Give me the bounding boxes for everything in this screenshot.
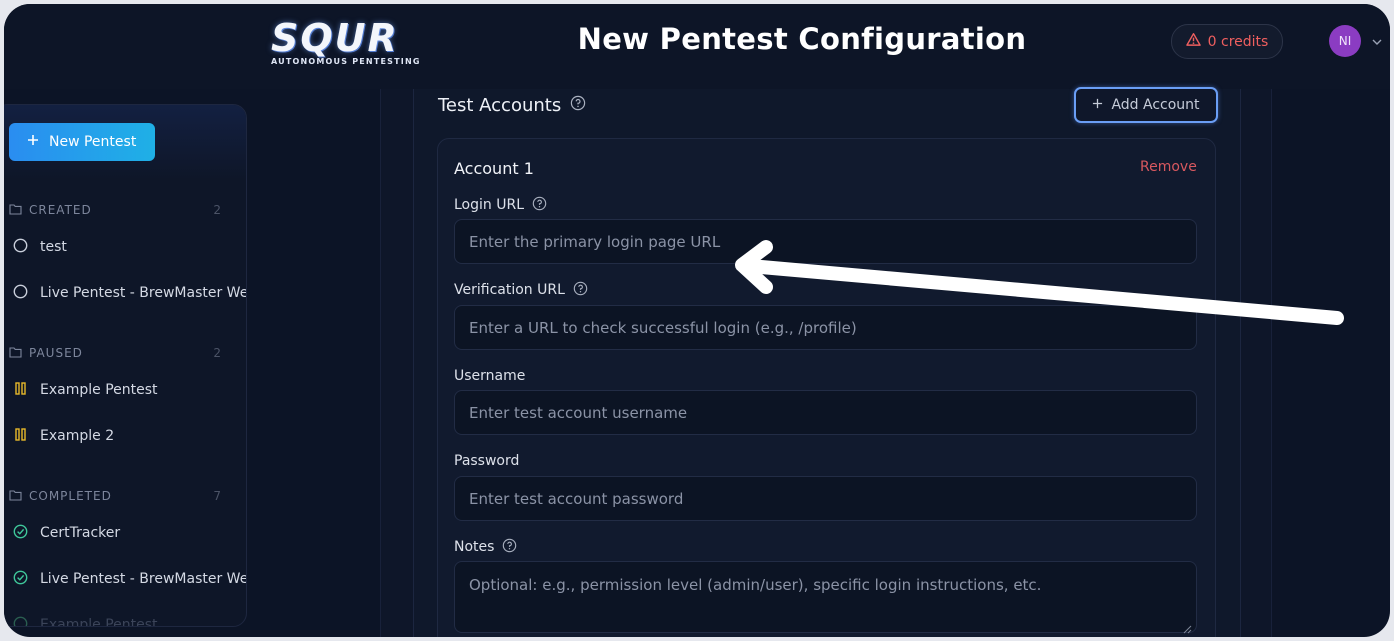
username-field[interactable] — [454, 390, 1197, 435]
sidebar-item-label: Example 2 — [40, 428, 115, 444]
section-completed[interactable]: COMPLETED 7 — [9, 488, 234, 504]
section-created[interactable]: CREATED 2 — [9, 202, 234, 218]
login-url-input[interactable] — [467, 231, 1184, 252]
plus-icon — [27, 134, 39, 150]
password-field[interactable] — [454, 476, 1197, 521]
pause-icon — [13, 427, 28, 446]
section-label: PAUSED — [29, 346, 83, 360]
field-label-text: Password — [454, 453, 520, 469]
notes-label: Notes — [454, 537, 517, 557]
sidebar-item-test[interactable]: test — [13, 236, 246, 258]
notes-textarea[interactable] — [467, 574, 1184, 618]
verification-url-label: Verification URL — [454, 280, 588, 300]
logo[interactable]: SQUR AUTONOMOUS PENTESTING — [271, 18, 425, 66]
sidebar-item-certtracker[interactable]: CertTracker — [13, 522, 246, 544]
top-bar: SQUR AUTONOMOUS PENTESTING New Pentest C… — [4, 4, 1390, 89]
new-pentest-label: New Pentest — [49, 134, 137, 150]
add-account-button[interactable]: Add Account — [1074, 87, 1218, 123]
chevron-down-icon[interactable] — [1370, 34, 1384, 48]
circle-outline-icon — [13, 284, 28, 303]
sidebar-item-example-2[interactable]: Example 2 — [13, 425, 246, 447]
page-title: New Pentest Configuration — [577, 22, 1027, 56]
logo-subtitle: AUTONOMOUS PENTESTING — [271, 57, 421, 66]
credits-badge[interactable]: 0 credits — [1171, 24, 1283, 59]
remove-account-button[interactable]: Remove — [1140, 159, 1197, 175]
avatar[interactable]: NI — [1329, 25, 1361, 57]
new-pentest-button[interactable]: New Pentest — [9, 123, 155, 161]
password-label: Password — [454, 451, 519, 471]
notes-field[interactable] — [454, 561, 1197, 634]
section-title-text: Test Accounts — [438, 94, 562, 116]
sidebar-item-example-pentest-completed[interactable]: Example Pentest — [13, 614, 246, 627]
plus-icon — [1092, 97, 1103, 113]
login-url-field[interactable] — [454, 219, 1197, 264]
field-label-text: Notes — [454, 539, 495, 555]
check-circle-icon — [13, 570, 28, 589]
sidebar-item-label: CertTracker — [40, 525, 121, 541]
help-icon[interactable] — [573, 281, 588, 300]
section-count: 2 — [213, 203, 222, 217]
verification-url-field[interactable] — [454, 305, 1197, 350]
section-paused[interactable]: PAUSED 2 — [9, 345, 234, 361]
help-icon[interactable] — [570, 95, 586, 116]
help-icon[interactable] — [502, 538, 517, 557]
account-title: Account 1 — [454, 159, 534, 178]
add-account-label: Add Account — [1111, 97, 1200, 113]
credits-label: 0 credits — [1207, 33, 1269, 50]
login-url-label: Login URL — [454, 195, 547, 215]
sidebar-item-label: Live Pentest - BrewMaster We — [40, 571, 247, 587]
check-circle-icon — [13, 616, 28, 626]
sidebar-header: New Pentest — [4, 105, 246, 180]
sidebar-item-label: Example Pentest — [40, 617, 158, 627]
field-label-text: Verification URL — [454, 282, 565, 298]
app-window: SQUR AUTONOMOUS PENTESTING New Pentest C… — [4, 4, 1390, 637]
sidebar-item-label: test — [40, 239, 67, 255]
sidebar-item-label: Live Pentest - BrewMaster We — [40, 285, 247, 301]
section-count: 7 — [213, 489, 222, 503]
folder-icon — [9, 203, 22, 218]
sidebar-item-live-pentest-brewmaster[interactable]: Live Pentest - BrewMaster We — [13, 282, 247, 304]
pause-icon — [13, 381, 28, 400]
folder-icon — [9, 346, 22, 361]
field-label-text: Username — [454, 368, 526, 384]
folder-icon — [9, 489, 22, 504]
section-count: 2 — [213, 346, 222, 360]
verification-url-input[interactable] — [467, 317, 1184, 338]
logo-wordmark: SQUR — [271, 16, 399, 60]
sidebar-item-example-pentest[interactable]: Example Pentest — [13, 379, 246, 401]
password-input[interactable] — [467, 488, 1184, 509]
username-label: Username — [454, 366, 525, 386]
test-accounts-heading: Test Accounts — [438, 93, 586, 117]
resize-handle-icon[interactable] — [1183, 620, 1192, 634]
sidebar-item-label: Example Pentest — [40, 382, 158, 398]
section-label: COMPLETED — [29, 489, 112, 503]
sidebar-item-live-pentest-brewmaster-completed[interactable]: Live Pentest - BrewMaster We — [13, 568, 247, 590]
warning-icon — [1185, 32, 1201, 51]
sidebar: New Pentest CREATED 2 test Live Pentest … — [4, 104, 247, 627]
section-label: CREATED — [29, 203, 92, 217]
check-circle-icon — [13, 524, 28, 543]
username-input[interactable] — [467, 402, 1184, 423]
help-icon[interactable] — [532, 196, 547, 215]
field-label-text: Login URL — [454, 197, 524, 213]
circle-outline-icon — [13, 238, 28, 257]
